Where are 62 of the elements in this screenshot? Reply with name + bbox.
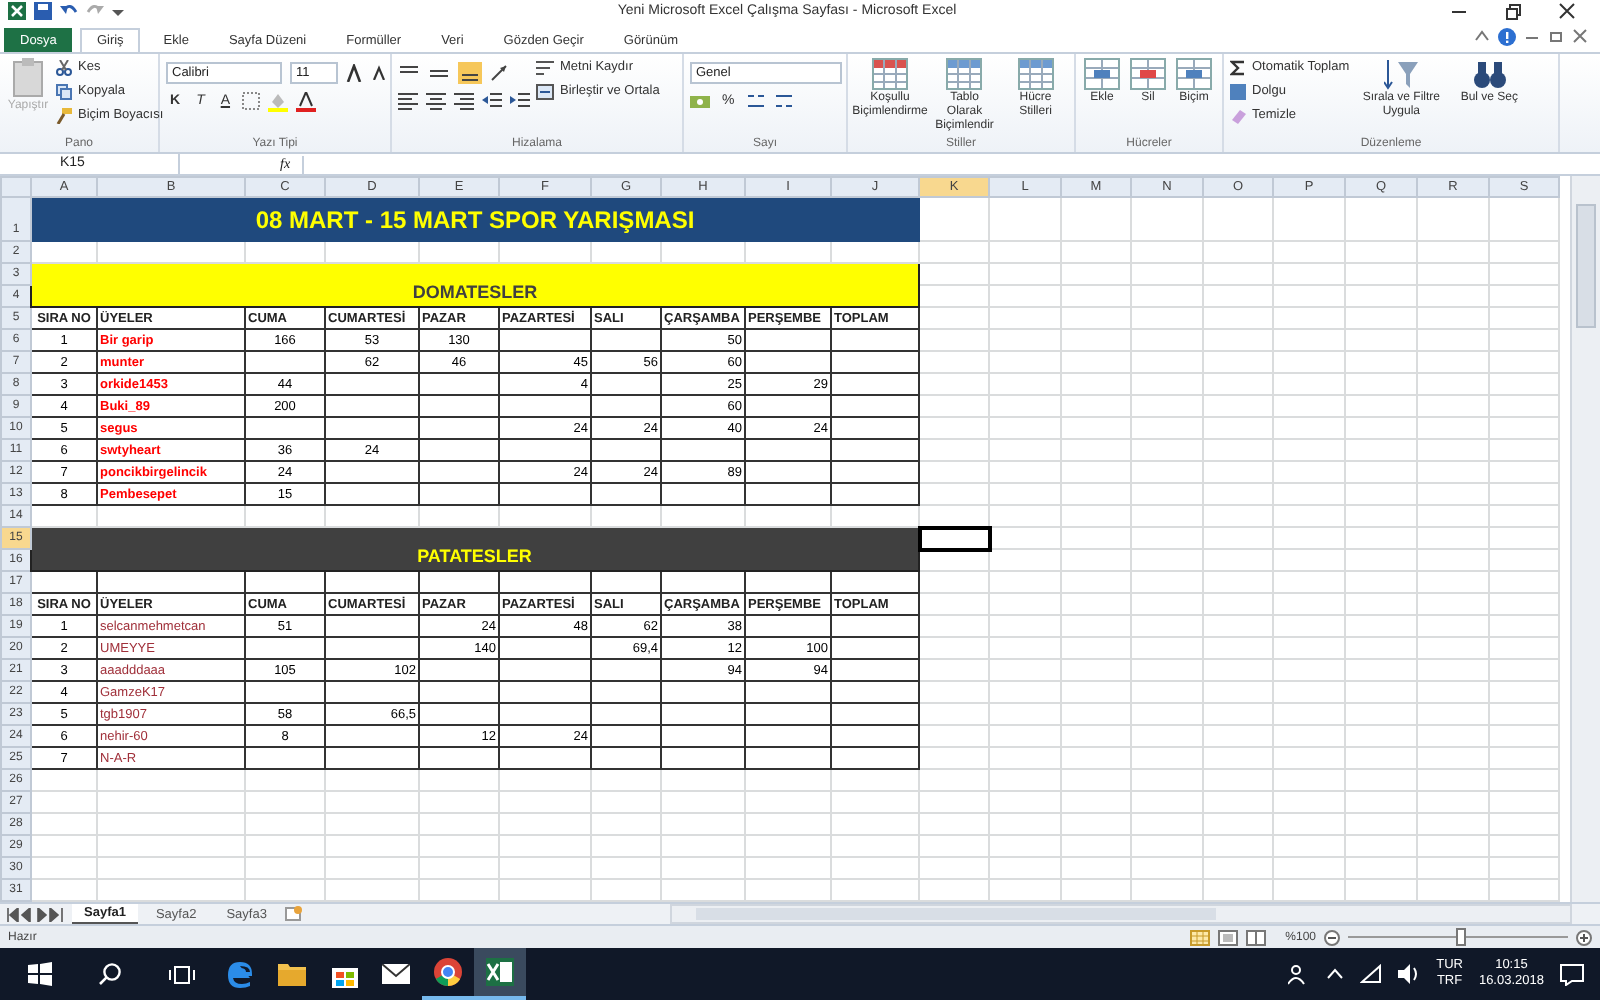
align-center-icon[interactable]: [426, 91, 446, 110]
active-cell[interactable]: [919, 527, 989, 550]
people-icon[interactable]: [1288, 963, 1311, 986]
funnel-icon: [1383, 57, 1420, 90]
grow-font-icon[interactable]: [346, 63, 364, 82]
vertical-scrollbar[interactable]: [1570, 176, 1600, 903]
brush-icon: [56, 107, 72, 124]
section-title: DOMATESLER: [31, 263, 919, 308]
align-bottom-icon[interactable]: [458, 61, 482, 84]
collapse-ribbon-icon[interactable]: [1474, 28, 1490, 45]
chevron-up-icon[interactable]: [1326, 968, 1345, 981]
page-layout-icon[interactable]: [1217, 929, 1238, 946]
fill-color-icon[interactable]: [268, 91, 289, 112]
copy-icon: [56, 83, 72, 100]
increase-indent-icon[interactable]: [510, 91, 530, 110]
network-icon[interactable]: [1360, 964, 1383, 985]
cells-icon: [1176, 57, 1212, 90]
merge-cells-icon: [536, 83, 554, 100]
shrink-font-icon[interactable]: [372, 64, 388, 81]
folder-icon: [278, 962, 306, 987]
cells-icon: [1130, 57, 1166, 90]
spreadsheet-app-icon: [486, 958, 514, 987]
save-icon[interactable]: [34, 2, 52, 21]
clipboard-icon: [12, 57, 44, 98]
start-icon[interactable]: [28, 962, 52, 987]
zoom-in-icon[interactable]: [1576, 929, 1592, 946]
restore-icon[interactable]: [1504, 2, 1522, 21]
eraser-icon: [1230, 107, 1246, 124]
align-right-icon[interactable]: [454, 91, 474, 110]
slider-thumb[interactable]: [1456, 928, 1466, 947]
task-view-icon[interactable]: [168, 963, 196, 986]
new-sheet-icon[interactable]: [284, 906, 305, 923]
page-break-icon[interactable]: [1245, 929, 1266, 946]
browser-ball-icon: [434, 958, 462, 987]
binoculars-icon: [1471, 57, 1508, 90]
fill-down-icon: [1230, 83, 1246, 100]
notification-icon[interactable]: [1560, 963, 1584, 986]
speaker-icon[interactable]: [1398, 964, 1421, 985]
sigma-icon: [1230, 59, 1246, 76]
decrease-indent-icon[interactable]: [482, 91, 502, 110]
search-icon[interactable]: [98, 962, 122, 987]
table-style-icon: [1017, 57, 1054, 90]
font-color-icon[interactable]: [296, 91, 317, 112]
sheet-navigation-icon[interactable]: [6, 907, 66, 922]
wrap-text-icon: [536, 59, 554, 76]
horizontal-scrollbar[interactable]: [670, 904, 1572, 925]
browser-e-icon: [226, 960, 254, 989]
zoom-out-icon[interactable]: [1324, 929, 1340, 946]
table-style-icon: [872, 57, 908, 90]
align-left-icon[interactable]: [398, 91, 418, 110]
table-style-icon: [946, 57, 983, 90]
cells-icon: [1084, 57, 1120, 90]
envelope-icon: [382, 964, 410, 985]
orientation-icon[interactable]: [490, 63, 512, 82]
scissors-icon: [56, 59, 72, 76]
section-title: PATATESLER: [31, 527, 919, 572]
sheet-title: 08 MART - 15 MART SPOR YARIŞMASI: [31, 197, 919, 242]
borders-icon[interactable]: [242, 92, 261, 111]
close-icon[interactable]: [1558, 2, 1576, 21]
help-icon[interactable]: [1498, 27, 1516, 46]
customize-caret-icon[interactable]: [112, 5, 124, 18]
taskbar-app[interactable]: [474, 948, 526, 1000]
